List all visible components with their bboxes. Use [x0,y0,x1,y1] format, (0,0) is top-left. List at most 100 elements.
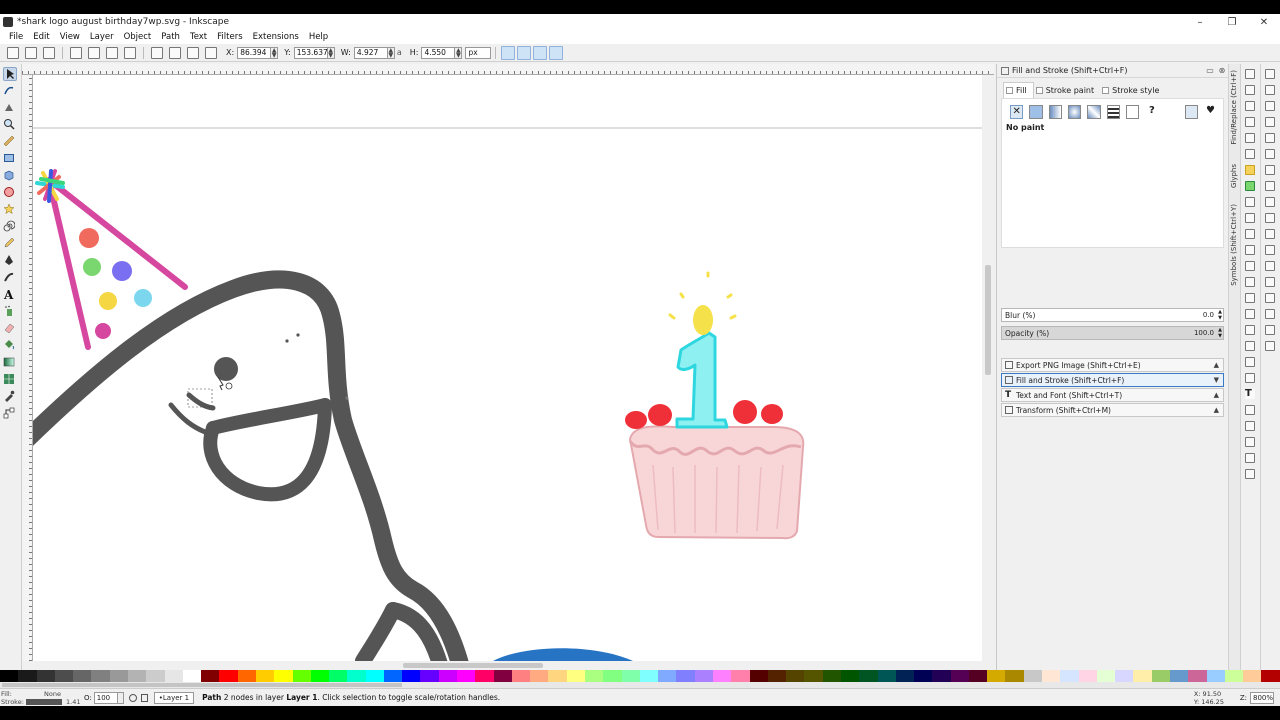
tab-fill[interactable]: Fill [1003,82,1034,98]
palette-swatch[interactable] [1042,670,1061,682]
palette-swatch[interactable] [603,670,622,682]
snap-enable-icon[interactable] [1265,69,1275,79]
mesh-tool-icon[interactable] [3,373,17,387]
close-button[interactable]: ✕ [1248,14,1280,30]
calligraphy-tool-icon[interactable] [3,271,17,285]
ellipse-tool-icon[interactable] [3,186,17,200]
tab-stroke-style[interactable]: Stroke style [1100,86,1165,95]
collapse-caret-icon[interactable]: ▲ [1214,391,1219,399]
undo-icon[interactable] [1245,165,1255,175]
open-icon[interactable] [1245,85,1255,95]
rectangle-tool-icon[interactable] [3,152,17,166]
redo-icon[interactable] [1245,181,1255,191]
palette-swatch[interactable] [968,670,988,682]
snap-paths-icon[interactable] [1265,181,1275,191]
snap-bbox-edges-icon[interactable] [1265,101,1275,111]
palette-swatch[interactable] [1133,670,1152,682]
zoom-selection-icon[interactable] [1245,245,1255,255]
palette-swatch[interactable] [694,670,713,682]
dock-transform[interactable]: Transform (Shift+Ctrl+M) ▲ [1001,403,1224,417]
opacity-spin[interactable]: ▲ ▼ [1218,327,1222,339]
palette-swatch[interactable] [1005,670,1024,682]
snap-guides-icon[interactable] [1265,341,1275,351]
swatch-button[interactable] [1125,105,1140,119]
gradient-tool-icon[interactable] [3,356,17,370]
node-tool-icon[interactable] [3,84,17,98]
spray-tool-icon[interactable] [3,305,17,319]
align-dialog-icon[interactable] [1245,437,1255,447]
palette-swatch[interactable] [676,670,695,682]
save-icon[interactable] [1245,101,1255,111]
selected-style-indicator[interactable]: Fill: None Stroke: 1.41 [0,689,84,707]
snap-intersections-icon[interactable] [1265,197,1275,207]
palette-swatch[interactable] [475,670,494,682]
palette-swatch[interactable] [274,670,293,682]
lower-to-bottom-icon[interactable] [205,46,217,59]
ungroup-icon[interactable] [1245,357,1255,367]
stroke-swatch[interactable] [26,698,62,705]
palette-swatch[interactable] [493,670,512,682]
collapse-caret-icon[interactable]: ▼ [1214,376,1219,384]
paint-bucket-tool-icon[interactable] [3,339,17,353]
palette-swatch[interactable] [585,670,604,682]
export-icon[interactable] [1245,149,1255,159]
collapse-caret-icon[interactable]: ▲ [1214,406,1219,414]
snap-bbox-corners-icon[interactable] [1265,117,1275,127]
palette-swatch[interactable] [109,670,128,682]
zoom-tool-icon[interactable] [3,118,17,132]
select-all-icon[interactable] [7,46,19,59]
palette-swatch[interactable] [548,670,567,682]
3d-box-tool-icon[interactable] [3,169,17,183]
palette-swatch[interactable] [91,670,110,682]
maximize-button[interactable]: ❐ [1216,14,1248,30]
palette-swatch[interactable] [347,670,366,682]
snap-page-border-icon[interactable] [1265,309,1275,319]
spiral-tool-icon[interactable] [3,220,17,234]
pen-tool-icon[interactable] [3,254,17,268]
palette-swatch[interactable] [1060,670,1079,682]
palette-swatch[interactable] [402,670,421,682]
x-spin[interactable]: ▲ ▼ [271,46,279,59]
palette-swatch[interactable] [822,670,841,682]
menu-file[interactable]: File [4,32,28,42]
new-document-icon[interactable] [1245,69,1255,79]
dock-fill-stroke[interactable]: Fill and Stroke (Shift+Ctrl+F) ▼ [1001,373,1224,387]
blur-spin[interactable]: ▲ ▼ [1218,309,1222,321]
snap-centers-icon[interactable] [1265,261,1275,271]
document-properties-icon[interactable] [1245,453,1255,463]
zoom-drawing-icon[interactable] [1245,261,1255,271]
drawing-canvas[interactable] [33,75,982,661]
palette-swatch[interactable] [237,670,256,682]
palette-swatch[interactable] [182,670,202,682]
deselect-icon[interactable] [43,46,55,59]
palette-swatch[interactable] [36,670,55,682]
palette-swatch[interactable] [840,670,860,682]
flat-color-button[interactable] [1029,105,1043,119]
palette-swatch[interactable] [1096,670,1116,682]
connector-tool-icon[interactable] [3,407,17,421]
side-tab-symbols[interactable]: Symbols (Shift+Ctrl+Y) [1230,204,1238,286]
scroll-thumb[interactable] [2,683,402,687]
palette-swatch[interactable] [164,670,183,682]
no-paint-button[interactable]: ✕ [1010,105,1024,119]
horizontal-scrollbar[interactable] [33,661,982,670]
text-dialog-icon[interactable]: T [1245,389,1255,399]
menu-help[interactable]: Help [304,32,333,42]
collapse-caret-icon[interactable]: ▲ [1214,361,1219,369]
pencil-tool-icon[interactable] [3,237,17,251]
palette-swatch[interactable] [438,670,458,682]
current-layer-select[interactable]: •Layer 1 [153,691,195,704]
palette-swatch[interactable] [0,670,19,682]
snap-bbox-icon[interactable] [1265,85,1275,95]
unit-select[interactable]: px [465,46,492,59]
palette-swatch[interactable] [731,670,750,682]
fill-rule-evenodd-button[interactable] [1184,105,1198,119]
menu-filters[interactable]: Filters [212,32,247,42]
layers-dialog-icon[interactable] [1245,405,1255,415]
palette-swatch[interactable] [1170,670,1189,682]
zoom-field[interactable]: 800% [1250,691,1274,704]
w-field[interactable]: 4.927 [353,46,388,59]
snap-midpoints-icon[interactable] [1265,245,1275,255]
blur-slider[interactable]: Blur (%) 0.0 ▲ ▼ [1001,308,1224,322]
close-panel-button[interactable]: ⊗ [1216,66,1228,75]
